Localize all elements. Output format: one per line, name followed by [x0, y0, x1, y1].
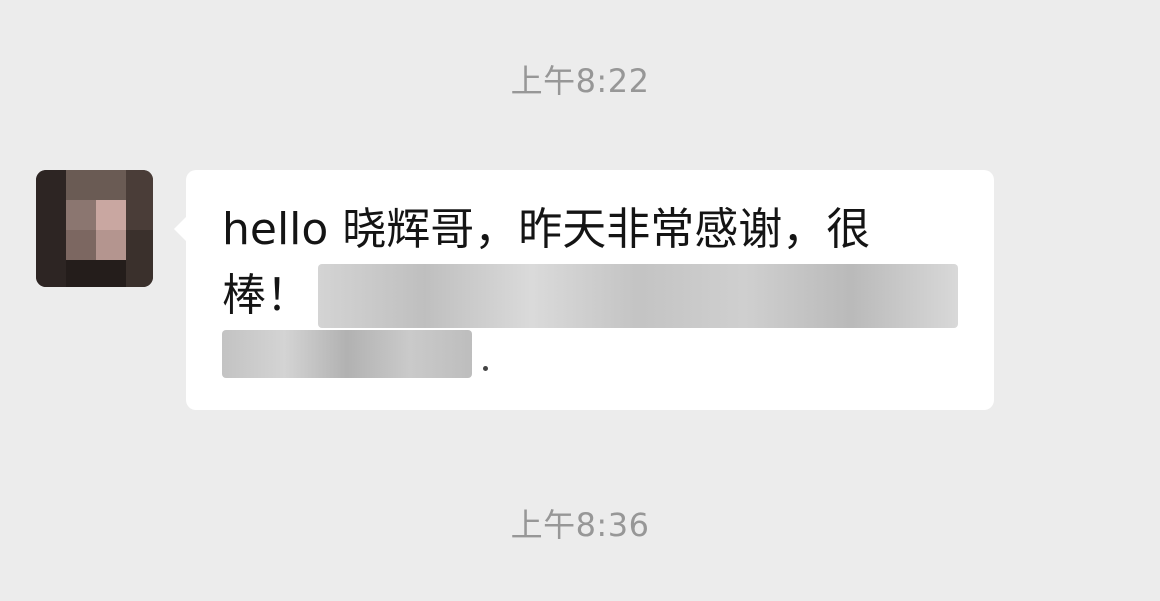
timestamp-top: 上午8:22 — [510, 62, 650, 100]
timestamp-bottom: 上午8:36 — [510, 506, 650, 544]
redacted-line-end-dot — [483, 366, 488, 371]
message-text-line-1: hello 晓辉哥，昨天非常感谢，很 — [222, 204, 871, 255]
message-bubble[interactable]: hello 晓辉哥，昨天非常感谢，很 棒！ — [186, 170, 994, 410]
redacted-text-line-2 — [318, 264, 958, 328]
redacted-text-line-3 — [222, 330, 472, 378]
message-text-line-2: 棒！ — [222, 270, 310, 321]
avatar[interactable] — [36, 170, 153, 287]
